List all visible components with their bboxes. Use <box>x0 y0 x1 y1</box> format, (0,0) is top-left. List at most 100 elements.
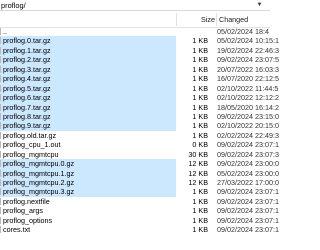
file-size: 1 KB <box>192 93 208 103</box>
file-size: 1 KB <box>192 121 208 131</box>
file-size: 1 KB <box>192 45 208 55</box>
file-changed: 20/07/2022 16:03:3 <box>217 64 279 74</box>
file-name: proflog.3.tar.gz <box>3 64 51 74</box>
file-name: proflog_mgmtcpu.2.gz <box>3 178 75 187</box>
file-changed: 02/10/2022 12:12:2 <box>217 93 279 103</box>
file-row[interactable]: proflog.9.tar.gz 1 KB 02/10/2022 20:15:0 <box>0 121 279 131</box>
file-icon <box>0 226 1 234</box>
file-size: 1 KB <box>192 215 208 225</box>
file-size: 12 KB <box>188 168 208 178</box>
file-size: 1 KB <box>192 74 208 84</box>
file-name: proflog_mgmtcpu.3.gz <box>3 187 75 197</box>
file-icon <box>0 141 1 149</box>
file-changed: 09/02/2024 23:07:1 <box>217 187 279 197</box>
file-changed: 09/02/2024 23:07:1 <box>217 225 279 235</box>
file-row[interactable]: proflog.nextfile 1 KB 09/02/2024 23:07:1 <box>0 196 279 206</box>
file-row[interactable]: proflog_mgmtcpu.3.gz 1 KB 09/02/2024 23:07… <box>0 187 279 197</box>
file-icon <box>0 131 1 139</box>
file-size: 0 KB <box>192 140 208 150</box>
file-changed: 09/02/2024 23:15:0 <box>217 111 279 121</box>
file-row[interactable]: proflog.2.tar.gz 1 KB 09/02/2024 23:07:5 <box>0 55 279 65</box>
file-name: proflog_cpu_1.out <box>3 140 61 150</box>
file-row[interactable]: cores.txt 1 KB 09/02/2024 23:07:1 <box>0 225 279 235</box>
file-row[interactable]: proflog.4.tar.gz 1 KB 16/07/2020 22:12:5 <box>0 74 279 84</box>
file-icon <box>0 169 1 177</box>
file-icon <box>0 122 1 130</box>
file-row[interactable]: proflog_mgmtcpu.1.gz 12 KB 05/02/2024 23:0… <box>0 168 279 178</box>
file-name: proflog.7.tar.gz <box>3 102 51 112</box>
file-row[interactable]: proflog_args 1 KB 09/02/2024 23:07:1 <box>0 206 279 216</box>
file-row[interactable]: proflog.1.tar.gz 1 KB 19/02/2024 22:46:3 <box>0 45 279 56</box>
file-row[interactable]: proflog_mgmtcpu.0.gz 12 KB 09/02/2024 23:0… <box>0 159 279 169</box>
file-size: 1 KB <box>192 36 208 46</box>
file-size: 1 KB <box>192 225 208 235</box>
file-name: .. <box>3 27 7 36</box>
file-size: 12 KB <box>188 178 208 187</box>
path-dropdown-icon[interactable]: ▼ <box>255 1 264 9</box>
file-name: proflog_options <box>3 215 53 225</box>
file-changed: 09/02/2024 23:07:5 <box>217 55 279 65</box>
file-changed: 09/02/2024 23:00:0 <box>217 159 279 169</box>
file-row[interactable]: proflog_cpu_1.out 0 KB 09/02/2024 23:07:1 <box>0 140 279 150</box>
file-icon <box>0 216 1 224</box>
file-row[interactable]: proflog.6.tar.gz 1 KB 02/10/2022 12:12:2 <box>0 93 279 103</box>
file-changed: 18/05/2020 16:14:2 <box>217 102 279 112</box>
file-size: 1 KB <box>192 130 208 140</box>
file-name: proflog.nextfile <box>3 196 50 206</box>
file-changed: 02/02/2024 22:49:3 <box>217 130 279 140</box>
size-column-header[interactable]: Size <box>201 15 215 24</box>
file-size: 12 KB <box>188 159 208 169</box>
file-name: proflog.9.tar.gz <box>3 121 51 131</box>
file-row[interactable]: proflog.5.tar.gz 1 KB 02/10/2022 11:44:5 <box>0 83 278 94</box>
file-icon <box>0 160 1 168</box>
file-row[interactable]: proflog_mgmtcpu.2.gz 12 KB 27/03/2022 17:0… <box>0 178 279 188</box>
file-row[interactable]: proflog_options 1 KB 09/02/2024 23:07:1 <box>0 215 279 225</box>
path-bar[interactable]: proflog/ ▼ <box>0 0 270 11</box>
file-changed: 09/02/2024 23:07:3 <box>217 149 279 159</box>
file-row[interactable]: proflog.3.tar.gz 1 KB 20/07/2022 16:03:3 <box>0 64 279 75</box>
file-icon <box>0 56 1 64</box>
file-row[interactable]: proflog.0.tar.gz 1 KB 05/02/2024 10:15:1 <box>0 36 279 46</box>
file-size: 1 KB <box>192 206 208 216</box>
file-changed: 02/10/2022 11:44:5 <box>217 83 279 93</box>
file-icon <box>0 197 1 205</box>
file-name: proflog_args <box>3 206 43 216</box>
file-size: 1 KB <box>192 64 208 74</box>
file-list: .. 05/02/2024 18:4 proflog.0.tar.gz 1 KB 05/… <box>0 27 279 235</box>
file-icon <box>0 37 1 45</box>
column-separator[interactable] <box>216 13 217 26</box>
file-icon <box>0 46 1 54</box>
file-name: proflog.4.tar.gz <box>3 74 51 84</box>
file-size: 1 KB <box>192 102 208 112</box>
current-path[interactable]: proflog/ <box>1 1 26 10</box>
file-row[interactable]: proflog.old.tar.gz 1 KB 02/02/2024 22:49:3 <box>0 130 279 140</box>
file-icon <box>0 84 1 92</box>
file-row[interactable]: .. 05/02/2024 18:4 <box>0 27 270 36</box>
file-name: proflog.5.tar.gz <box>3 83 51 93</box>
file-name: proflog.0.tar.gz <box>3 36 51 46</box>
file-name: proflog_mgmtcpu.1.gz <box>3 168 75 178</box>
file-size: 1 KB <box>192 187 208 197</box>
file-changed: 09/02/2024 23:07:1 <box>217 215 279 225</box>
file-icon <box>0 103 1 111</box>
file-icon <box>0 112 1 120</box>
file-row[interactable]: proflog_mgmtcpu 30 KB 09/02/2024 23:07:3 <box>0 149 279 159</box>
changed-column-header[interactable]: Changed <box>219 15 248 24</box>
file-size: 30 KB <box>188 149 208 159</box>
file-row[interactable]: proflog.7.tar.gz 1 KB 18/05/2020 16:14:2 <box>0 102 279 112</box>
file-row[interactable]: proflog.8.tar.gz 1 KB 09/02/2024 23:15:0 <box>0 111 279 122</box>
file-icon <box>0 150 1 158</box>
file-name: cores.txt <box>3 225 31 235</box>
file-name: proflog_mgmtcpu <box>3 149 59 159</box>
column-separator[interactable] <box>176 13 177 26</box>
file-changed: 16/07/2020 22:12:5 <box>217 74 279 84</box>
file-icon <box>0 188 1 196</box>
file-name: proflog.old.tar.gz <box>3 130 57 140</box>
file-icon <box>0 65 1 73</box>
file-icon <box>0 94 1 102</box>
file-size: 1 KB <box>192 55 208 65</box>
file-changed: 19/02/2024 22:46:3 <box>217 45 279 55</box>
file-name: proflog.6.tar.gz <box>3 93 51 103</box>
file-name: proflog.2.tar.gz <box>3 55 51 65</box>
file-icon <box>0 179 1 186</box>
